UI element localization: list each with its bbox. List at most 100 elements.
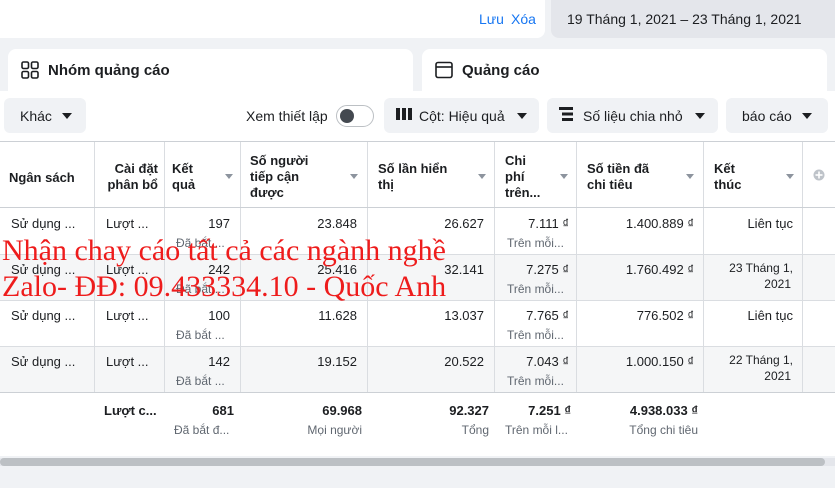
header-ends[interactable]: Kết thúc <box>714 161 741 193</box>
row-3-attribution: Lượt ... <box>106 308 149 323</box>
header-ends-line: thúc <box>714 177 742 192</box>
row-3-results: 100 <box>208 308 230 323</box>
row-1-impressions: 26.627 <box>444 216 484 231</box>
header-budget[interactable]: Ngân sách <box>9 170 75 186</box>
header-attribution-line: Cài đặt <box>114 161 158 176</box>
header-spent-line: chi tiêu <box>587 177 633 192</box>
header-cost-line: Chi <box>505 153 526 168</box>
tab-ads[interactable]: Quảng cáo <box>422 49 827 91</box>
header-results-line: Kết <box>172 161 193 176</box>
row-4-spent: 1.000.150 ₫ <box>625 354 694 369</box>
reports-dropdown[interactable]: báo cáo <box>726 98 828 133</box>
date-range-picker[interactable]: 19 Tháng 1, 2021 – 23 Tháng 1, 2021 <box>551 0 835 38</box>
breakdown-label: Số liệu chia nhỏ <box>583 107 683 124</box>
totals-divider <box>0 392 835 393</box>
caret-down-icon <box>61 112 72 119</box>
row-4-cost: 7.043 ₫ <box>526 354 569 369</box>
sort-caret-icon[interactable] <box>560 174 568 179</box>
row-1-cost-sub: Trên mỗi... <box>507 236 564 250</box>
caret-down-icon <box>694 112 705 119</box>
totals-cost: 7.251 ₫ <box>528 403 571 418</box>
row-1-cost: 7.111 ₫ <box>528 216 569 231</box>
watermark-line-1: Nhận chay cáo tất cả các ngành nghề <box>2 234 446 267</box>
row-1-reach: 23.848 <box>317 216 357 231</box>
tab-ads-label: Quảng cáo <box>462 62 540 79</box>
totals-cost-sub: Trên mỗi l... <box>505 423 568 437</box>
horizontal-scrollbar[interactable] <box>0 458 835 466</box>
header-ends-line: Kết <box>714 161 735 176</box>
row-4-results-sub: Đã bắt ... <box>176 374 225 388</box>
breakdown-icon <box>559 106 575 125</box>
column-divider <box>802 142 803 392</box>
tab-ad-sets[interactable]: Nhóm quảng cáo <box>8 49 413 91</box>
sort-caret-icon[interactable] <box>225 174 233 179</box>
header-attribution-line: phân bổ <box>107 177 158 192</box>
row-4-reach: 19.152 <box>317 354 357 369</box>
header-attribution[interactable]: Cài đặt phân bổ <box>100 161 158 193</box>
filter-search-box[interactable]: Lưu Xóa <box>0 0 545 38</box>
view-setup-toggle[interactable] <box>336 105 374 127</box>
clear-filter-link[interactable]: Xóa <box>511 11 536 27</box>
row-2-spent: 1.760.492 ₫ <box>625 262 694 277</box>
columns-label: Cột: Hiệu quả <box>419 107 505 124</box>
columns-dropdown[interactable]: Cột: Hiệu quả <box>384 98 539 133</box>
header-impressions[interactable]: Số lần hiển thị <box>378 161 447 193</box>
totals-spent-sub: Tổng chi tiêu <box>629 423 698 437</box>
totals-spent: 4.938.033 ₫ <box>629 403 698 418</box>
scrollbar-thumb[interactable] <box>0 458 825 466</box>
row-2-ends-year: 2021 <box>764 277 791 291</box>
header-reach-line: tiếp cận <box>250 169 300 184</box>
row-3-ends: Liên tục <box>747 308 793 323</box>
header-impressions-line: Số lần hiển <box>378 161 448 176</box>
toggle-knob <box>340 109 354 123</box>
header-reach[interactable]: Số người tiếp cận được <box>250 153 308 201</box>
totals-impressions: 92.327 <box>449 403 489 418</box>
row-1-spent: 1.400.889 ₫ <box>625 216 694 231</box>
row-4-attribution: Lượt ... <box>106 354 149 369</box>
row-1-attribution: Lượt ... <box>106 216 149 231</box>
view-setup-label: Xem thiết lập <box>246 108 328 124</box>
row-4-budget: Sử dụng ... <box>11 354 76 369</box>
totals-reach-sub: Mọi người <box>307 423 362 437</box>
header-cost[interactable]: Chi phí trên... <box>505 153 540 201</box>
row-3-spent: 776.502 ₫ <box>636 308 694 323</box>
toolbar: Khác Xem thiết lập Cột: Hiệu quả Số liệu… <box>0 91 835 141</box>
sort-caret-icon[interactable] <box>786 174 794 179</box>
save-filter-link[interactable]: Lưu <box>479 11 504 27</box>
totals-impressions-sub: Tổng <box>461 423 489 437</box>
more-dropdown[interactable]: Khác <box>4 98 86 133</box>
totals-reach: 69.968 <box>322 403 362 418</box>
totals-attribution: Lượt c... <box>104 403 157 418</box>
top-bar: Lưu Xóa 19 Tháng 1, 2021 – 23 Tháng 1, 2… <box>0 0 835 40</box>
columns-icon <box>396 107 412 124</box>
row-2-cost: 7.275 ₫ <box>526 262 569 277</box>
add-column-icon[interactable] <box>813 168 825 186</box>
row-2-cost-sub: Trên mỗi... <box>507 282 564 296</box>
row-3-cost: 7.765 ₫ <box>526 308 569 323</box>
sort-caret-icon[interactable] <box>350 174 358 179</box>
row-4-ends: 22 Tháng 1, <box>729 353 793 367</box>
header-reach-line: được <box>250 185 284 200</box>
row-3-impressions: 13.037 <box>444 308 484 323</box>
row-4-cost-sub: Trên mỗi... <box>507 374 564 388</box>
sort-caret-icon[interactable] <box>686 174 694 179</box>
totals-results-sub: Đã bắt đ... <box>174 423 230 437</box>
row-3-cost-sub: Trên mỗi... <box>507 328 564 342</box>
row-divider <box>0 346 835 347</box>
reports-label: báo cáo <box>742 107 792 124</box>
watermark-line-2: Zalo- ĐĐ: 09.433334.10 - Quốc Anh <box>2 270 447 303</box>
header-cost-line: trên... <box>505 185 541 200</box>
grid-icon <box>20 60 40 85</box>
breakdown-dropdown[interactable]: Số liệu chia nhỏ <box>547 98 718 133</box>
row-4-results: 142 <box>208 354 230 369</box>
header-cost-line: phí <box>505 169 525 184</box>
sort-caret-icon[interactable] <box>478 174 486 179</box>
header-results[interactable]: Kết quả <box>172 161 195 193</box>
more-label: Khác <box>20 107 52 124</box>
row-3-reach: 11.628 <box>318 308 357 323</box>
header-reach-line: Số người <box>250 153 309 168</box>
header-impressions-line: thị <box>378 177 394 192</box>
header-divider <box>0 207 835 208</box>
header-spent[interactable]: Số tiền đã chi tiêu <box>587 161 649 193</box>
totals-results: 681 <box>212 403 234 418</box>
